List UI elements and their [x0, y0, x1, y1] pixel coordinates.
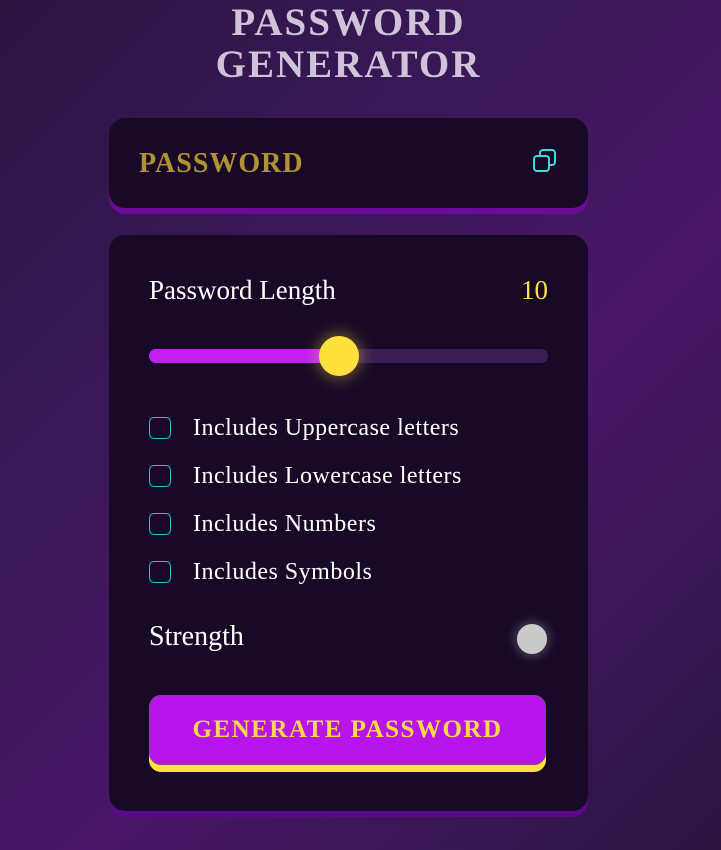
password-length-value: 10: [521, 275, 548, 305]
length-slider[interactable]: [149, 336, 548, 376]
length-slider-fill: [149, 349, 339, 363]
uppercase-label: Includes Uppercase letters: [193, 414, 460, 441]
page-title-line-1: PASSWORD: [231, 1, 466, 44]
page-title: PASSWORD GENERATOR: [0, 2, 697, 86]
lowercase-label: Includes Lowercase letters: [193, 462, 462, 489]
numbers-label: Includes Numbers: [193, 510, 377, 537]
symbols-checkbox[interactable]: [149, 561, 171, 583]
option-numbers[interactable]: Includes Numbers: [149, 511, 376, 537]
option-symbols[interactable]: Includes Symbols: [149, 559, 372, 585]
symbols-label: Includes Symbols: [193, 558, 373, 585]
settings-card: Password Length 10 Includes Uppercase le…: [109, 235, 588, 811]
length-slider-thumb[interactable]: [318, 336, 359, 376]
password-display-card: PASSWORD: [109, 118, 588, 208]
page-title-line-2: GENERATOR: [215, 43, 482, 86]
password-output: PASSWORD: [139, 148, 304, 179]
copy-icon[interactable]: [532, 148, 558, 174]
option-uppercase[interactable]: Includes Uppercase letters: [149, 415, 459, 441]
lowercase-checkbox[interactable]: [149, 465, 171, 487]
option-lowercase[interactable]: Includes Lowercase letters: [149, 463, 462, 489]
strength-label: Strength: [149, 621, 244, 652]
generate-password-button[interactable]: GENERATE PASSWORD: [149, 695, 546, 765]
strength-indicator: [517, 624, 547, 654]
uppercase-checkbox[interactable]: [149, 417, 171, 439]
numbers-checkbox[interactable]: [149, 513, 171, 535]
password-length-label: Password Length: [149, 275, 336, 305]
